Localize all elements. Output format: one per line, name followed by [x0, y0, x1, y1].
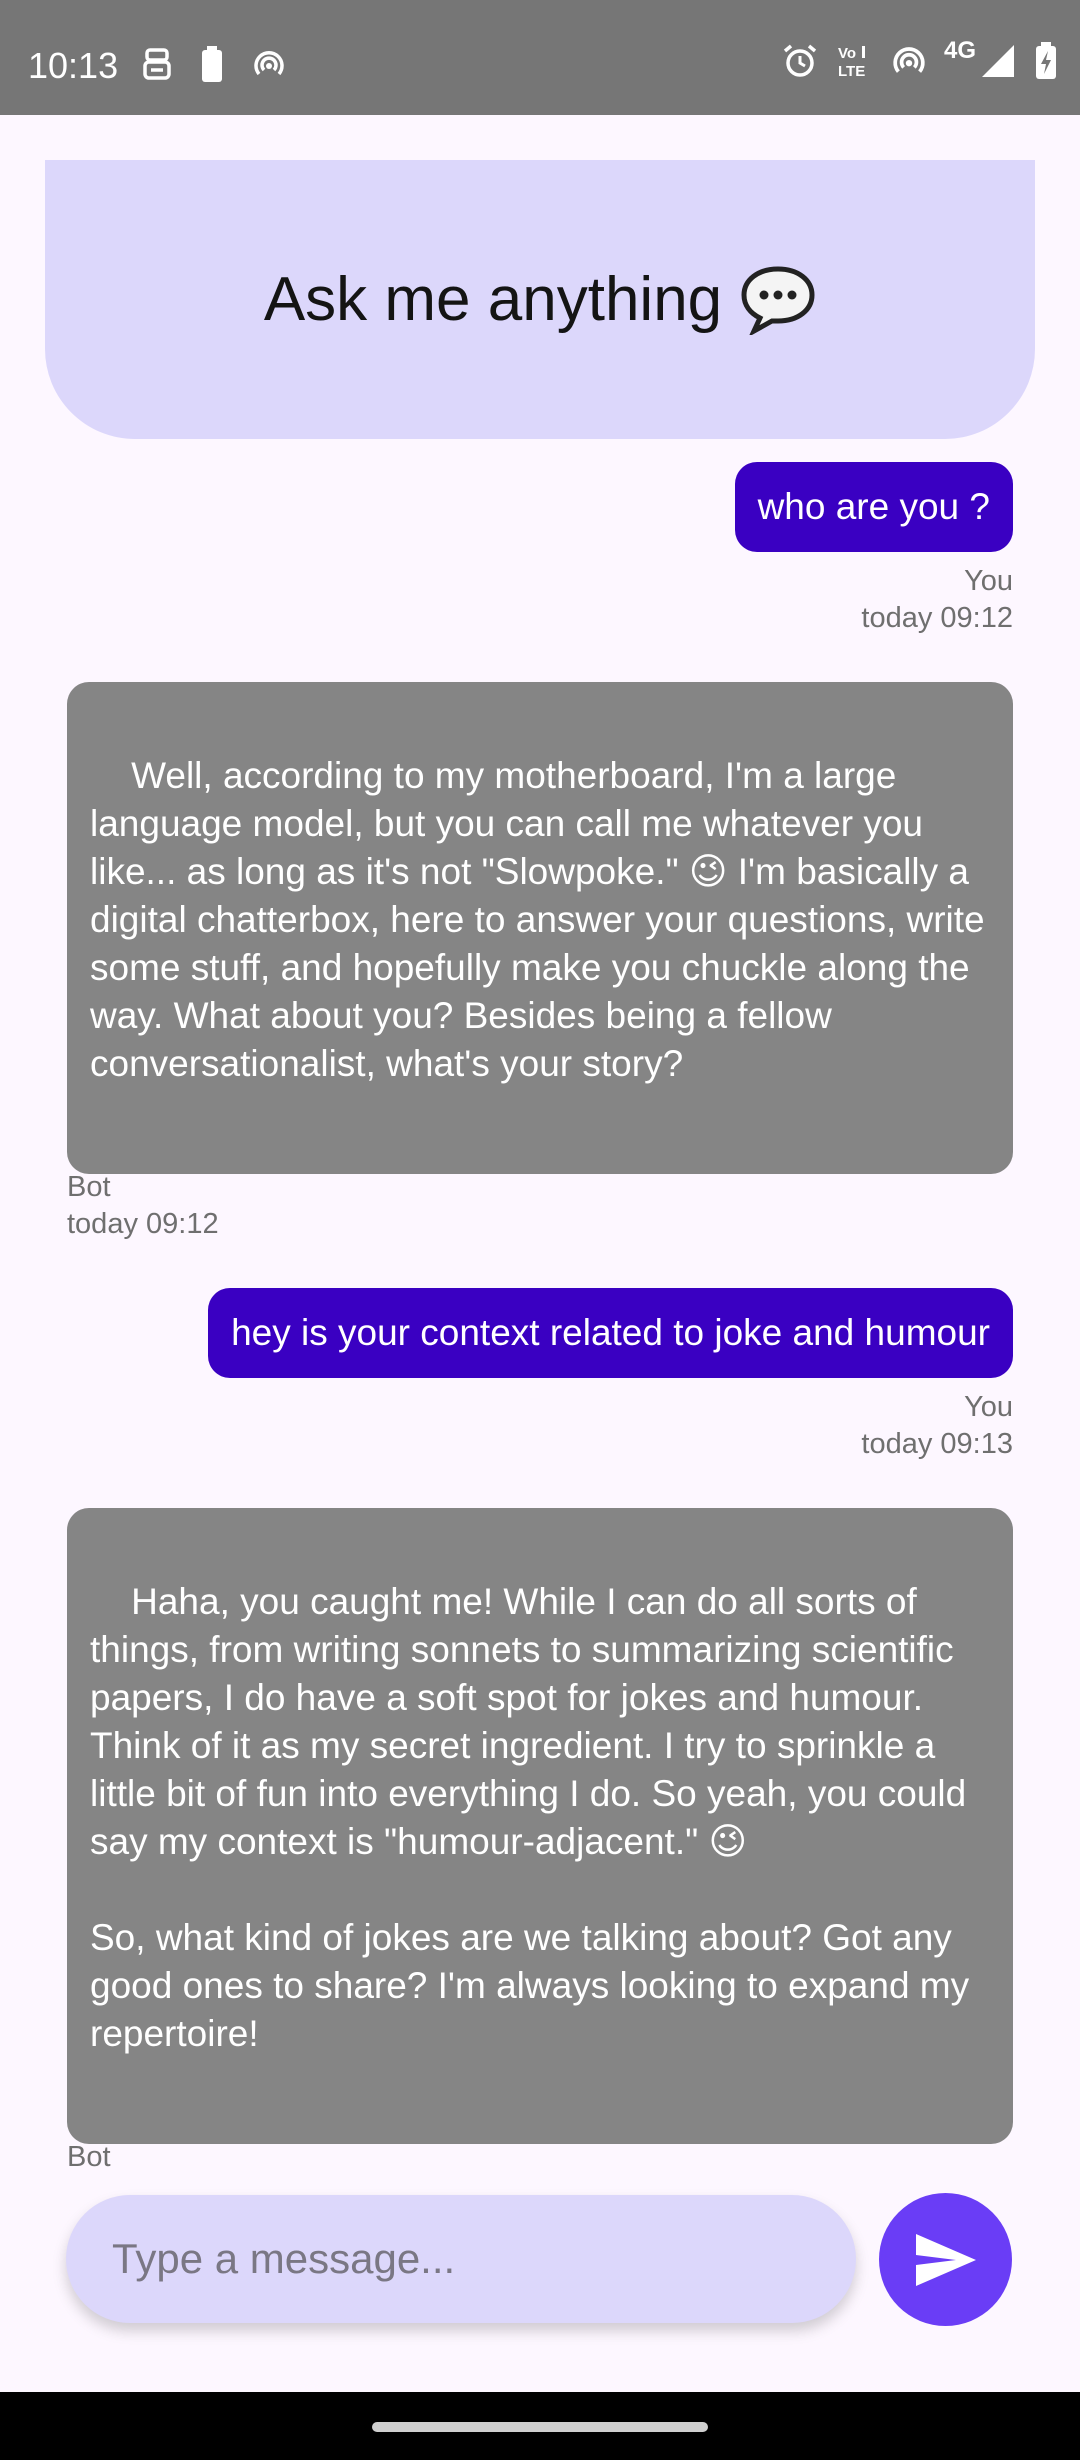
send-button[interactable] — [879, 2193, 1012, 2326]
user-message-bubble: who are you ? — [734, 462, 1013, 552]
header-card: Ask me anything — [45, 160, 1035, 439]
vpn-icon — [143, 48, 171, 80]
battery-icon — [1036, 42, 1056, 79]
status-left-icons — [143, 46, 285, 82]
status-right-icons: Vo LTE 4G — [782, 37, 1058, 80]
message-text: hey is your context related to joke and … — [231, 1312, 990, 1353]
message-text: Well, according to my motherboard, I'm a… — [90, 755, 995, 1084]
svg-text:Vo: Vo — [838, 45, 856, 62]
message-time: today 09:12 — [67, 1208, 219, 1240]
network-type: 4G — [943, 37, 976, 64]
alarm-icon — [783, 44, 817, 77]
battery-saver-icon — [202, 46, 222, 82]
svg-text:LTE: LTE — [838, 63, 865, 79]
message-meta: Bot today 09:12 — [67, 1169, 219, 1243]
message-input-container — [66, 2195, 856, 2323]
home-gesture-handle[interactable] — [372, 2422, 708, 2432]
hotspot-icon — [254, 50, 284, 76]
header-title-text: Ask me anything — [263, 265, 723, 334]
hotspot-icon — [893, 47, 925, 73]
speech-bubble-icon — [741, 265, 815, 335]
bot-message-bubble: Well, according to my motherboard, I'm a… — [67, 682, 1013, 1174]
message-meta: You today 09:13 — [861, 1389, 1013, 1463]
message-text: who are you ? — [757, 486, 990, 527]
message-meta: You today 09:12 — [861, 563, 1013, 637]
message-author: Bot — [67, 2141, 111, 2173]
message-input[interactable] — [112, 2235, 856, 2283]
status-bar: 10:13 Vo LTE 4G — [0, 0, 1080, 115]
page-title: Ask me anything — [264, 264, 816, 335]
message-author: You — [964, 565, 1013, 597]
volte-icon: Vo LTE — [838, 45, 865, 79]
user-message-bubble: hey is your context related to joke and … — [208, 1288, 1013, 1378]
bot-message-bubble: Haha, you caught me! While I can do all … — [67, 1508, 1013, 2144]
message-author: Bot — [67, 1171, 111, 1203]
message-meta: Bot — [67, 2139, 111, 2176]
status-time: 10:13 — [28, 45, 119, 86]
send-icon — [915, 2233, 976, 2286]
message-time: today 09:13 — [861, 1428, 1013, 1460]
message-time: today 09:12 — [861, 602, 1013, 634]
message-text: Haha, you caught me! While I can do all … — [90, 1581, 970, 2054]
signal-icon — [982, 45, 1014, 77]
message-author: You — [964, 1391, 1013, 1423]
